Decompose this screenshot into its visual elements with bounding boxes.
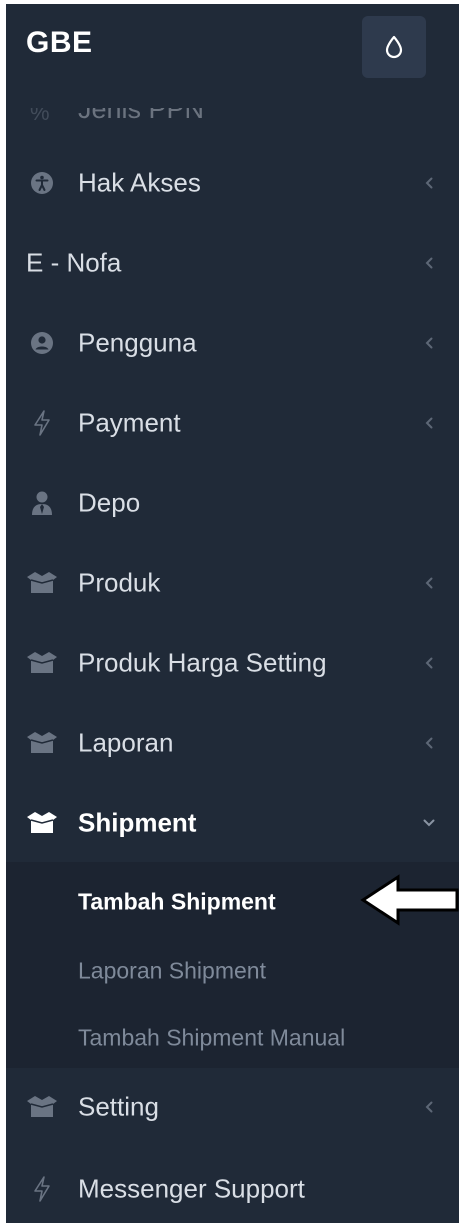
sidebar-item-jenis-ppn[interactable]: % Jenis PPN [6, 108, 459, 128]
chevron-left-icon [422, 736, 436, 750]
user-circle-icon [26, 329, 58, 357]
submenu-item-label: Tambah Shipment [78, 888, 276, 915]
chevron-left-icon [422, 176, 436, 190]
bolt-icon [26, 409, 58, 437]
box-open-icon [26, 649, 58, 677]
sidebar-item-messenger-support[interactable]: Messenger Support [6, 1154, 459, 1223]
sidebar: GBE % Jenis PPN Hak Akses E - Nofa Pengg… [6, 4, 459, 1223]
theme-toggle-button[interactable] [362, 16, 426, 78]
user-tie-icon [26, 489, 58, 517]
droplet-icon [385, 35, 403, 59]
sidebar-item-label: Produk [78, 567, 161, 598]
sidebar-item-setting[interactable]: Setting [6, 1072, 459, 1142]
accessibility-icon [26, 169, 58, 197]
sidebar-item-label: Depo [78, 487, 141, 518]
sidebar-item-label: Jenis PPN [78, 108, 205, 124]
sidebar-item-produk[interactable]: Produk [6, 548, 459, 618]
box-open-icon [26, 1093, 58, 1121]
sidebar-item-label: Hak Akses [78, 167, 201, 198]
bolt-icon [26, 1175, 58, 1203]
sidebar-item-label: Messenger Support [78, 1173, 305, 1204]
sidebar-item-produk-harga-setting[interactable]: Produk Harga Setting [6, 628, 459, 698]
submenu-item-laporan-shipment[interactable]: Laporan Shipment [6, 941, 459, 1001]
sidebar-item-laporan[interactable]: Laporan [6, 708, 459, 778]
sidebar-item-label: Setting [78, 1091, 159, 1122]
chevron-down-icon [422, 816, 436, 830]
chevron-left-icon [422, 256, 436, 270]
sidebar-item-shipment[interactable]: Shipment [6, 788, 459, 858]
submenu-item-tambah-shipment-manual[interactable]: Tambah Shipment Manual [6, 1008, 459, 1068]
submenu-item-label: Tambah Shipment Manual [78, 1024, 346, 1051]
sidebar-item-hak-akses[interactable]: Hak Akses [6, 148, 459, 218]
sidebar-item-depo[interactable]: Depo [6, 468, 459, 538]
chevron-left-icon [422, 416, 436, 430]
chevron-left-icon [422, 336, 436, 350]
sidebar-item-label: Laporan [78, 727, 174, 758]
sidebar-item-label: Payment [78, 407, 181, 438]
sidebar-item-label: E - Nofa [26, 247, 122, 278]
brand-title: GBE [26, 26, 93, 59]
submenu-item-label: Laporan Shipment [78, 957, 266, 984]
sidebar-header: GBE [6, 4, 459, 108]
sidebar-item-pengguna[interactable]: Pengguna [6, 308, 459, 378]
box-open-icon [26, 809, 58, 837]
chevron-left-icon [422, 656, 436, 670]
chevron-left-icon [422, 1100, 436, 1114]
box-open-icon [26, 569, 58, 597]
left-arrow-icon [360, 874, 459, 926]
box-open-icon [26, 729, 58, 757]
sidebar-item-payment[interactable]: Payment [6, 388, 459, 458]
sidebar-item-label: Shipment [78, 807, 197, 838]
sidebar-item-label: Produk Harga Setting [78, 647, 327, 678]
sidebar-item-label: Pengguna [78, 327, 197, 358]
sidebar-item-e-nofa[interactable]: E - Nofa [6, 228, 459, 298]
chevron-left-icon [422, 576, 436, 590]
percent-icon: % [30, 108, 50, 125]
